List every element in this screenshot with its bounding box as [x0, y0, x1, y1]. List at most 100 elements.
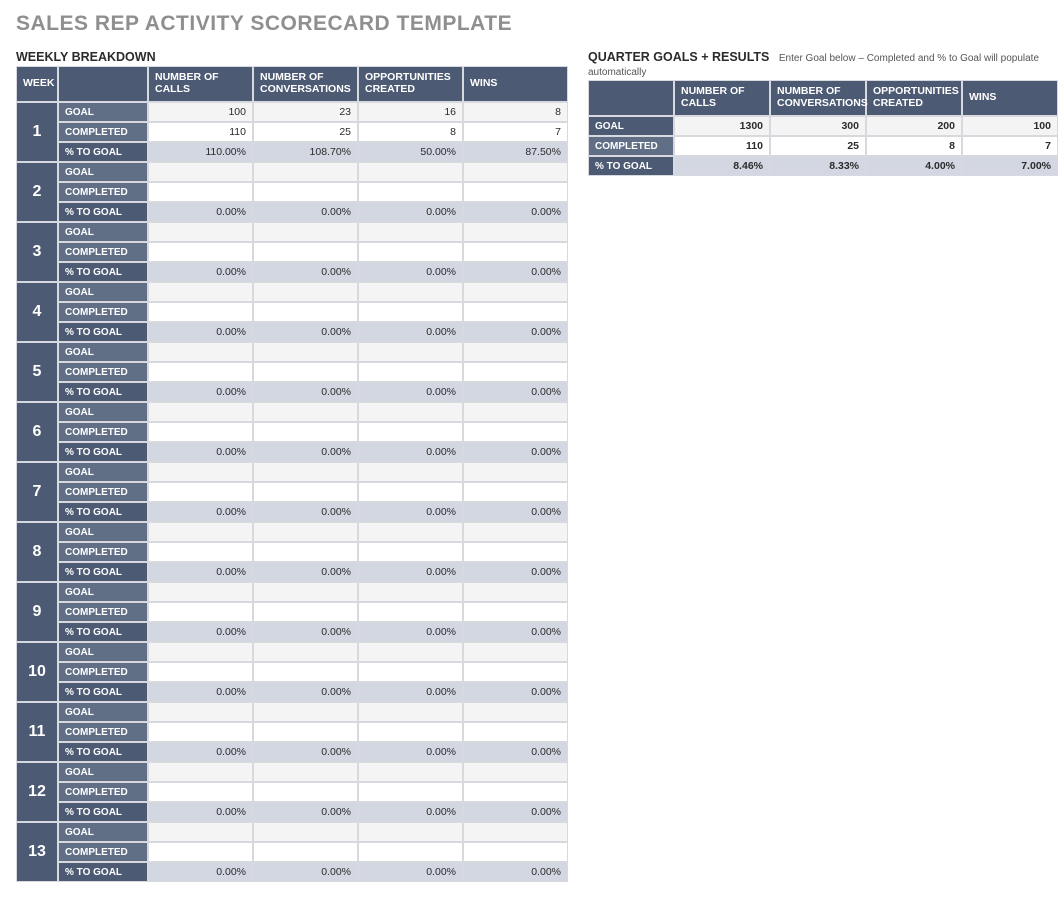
weekly-cell[interactable]	[148, 762, 253, 782]
weekly-cell[interactable]	[148, 422, 253, 442]
weekly-cell[interactable]	[253, 722, 358, 742]
weekly-cell[interactable]	[253, 222, 358, 242]
weekly-cell[interactable]	[463, 282, 568, 302]
weekly-cell[interactable]	[463, 402, 568, 422]
weekly-cell[interactable]	[148, 342, 253, 362]
weekly-cell[interactable]	[358, 822, 463, 842]
weekly-cell[interactable]	[358, 722, 463, 742]
weekly-cell[interactable]	[463, 222, 568, 242]
weekly-cell[interactable]	[463, 762, 568, 782]
weekly-cell[interactable]	[253, 542, 358, 562]
weekly-cell[interactable]	[358, 402, 463, 422]
weekly-cell[interactable]	[358, 342, 463, 362]
weekly-cell[interactable]	[463, 182, 568, 202]
weekly-cell[interactable]	[148, 722, 253, 742]
weekly-cell[interactable]	[358, 642, 463, 662]
weekly-cell[interactable]	[253, 282, 358, 302]
weekly-cell[interactable]	[463, 522, 568, 542]
weekly-cell[interactable]	[463, 482, 568, 502]
weekly-cell[interactable]	[463, 342, 568, 362]
weekly-cell[interactable]	[253, 342, 358, 362]
weekly-cell[interactable]: 110	[148, 122, 253, 142]
weekly-cell[interactable]	[148, 402, 253, 422]
weekly-cell[interactable]	[148, 542, 253, 562]
weekly-cell[interactable]	[148, 822, 253, 842]
weekly-cell[interactable]	[463, 242, 568, 262]
weekly-cell[interactable]: 8	[463, 102, 568, 122]
weekly-cell[interactable]	[463, 642, 568, 662]
weekly-cell[interactable]	[358, 782, 463, 802]
weekly-cell[interactable]	[253, 422, 358, 442]
weekly-cell[interactable]: 8	[358, 122, 463, 142]
weekly-cell[interactable]	[463, 162, 568, 182]
weekly-cell[interactable]	[148, 602, 253, 622]
weekly-cell[interactable]	[463, 722, 568, 742]
weekly-cell[interactable]	[253, 662, 358, 682]
weekly-cell[interactable]	[148, 462, 253, 482]
weekly-cell[interactable]	[148, 282, 253, 302]
q-cell[interactable]: 200	[866, 116, 962, 136]
weekly-cell[interactable]	[358, 582, 463, 602]
weekly-cell[interactable]	[253, 642, 358, 662]
weekly-cell[interactable]	[148, 522, 253, 542]
weekly-cell[interactable]	[463, 782, 568, 802]
weekly-cell[interactable]	[358, 602, 463, 622]
weekly-cell[interactable]	[463, 422, 568, 442]
weekly-cell[interactable]	[253, 822, 358, 842]
weekly-cell[interactable]	[148, 702, 253, 722]
weekly-cell[interactable]	[463, 602, 568, 622]
weekly-cell[interactable]	[358, 842, 463, 862]
weekly-cell[interactable]	[463, 662, 568, 682]
weekly-cell[interactable]	[253, 582, 358, 602]
weekly-cell[interactable]	[253, 362, 358, 382]
weekly-cell[interactable]: 23	[253, 102, 358, 122]
weekly-cell[interactable]	[253, 702, 358, 722]
weekly-cell[interactable]	[463, 822, 568, 842]
weekly-cell[interactable]: 7	[463, 122, 568, 142]
weekly-cell[interactable]	[148, 482, 253, 502]
weekly-cell[interactable]	[463, 542, 568, 562]
weekly-cell[interactable]	[253, 482, 358, 502]
weekly-cell[interactable]	[253, 842, 358, 862]
weekly-cell[interactable]: 25	[253, 122, 358, 142]
weekly-cell[interactable]	[148, 222, 253, 242]
weekly-cell[interactable]	[253, 242, 358, 262]
weekly-cell[interactable]: 16	[358, 102, 463, 122]
weekly-cell[interactable]	[148, 362, 253, 382]
weekly-cell[interactable]	[463, 362, 568, 382]
weekly-cell[interactable]	[358, 182, 463, 202]
weekly-cell[interactable]	[148, 782, 253, 802]
weekly-cell[interactable]	[358, 522, 463, 542]
weekly-cell[interactable]	[253, 522, 358, 542]
weekly-cell[interactable]	[358, 422, 463, 442]
weekly-cell[interactable]	[253, 182, 358, 202]
weekly-cell[interactable]	[148, 642, 253, 662]
weekly-cell[interactable]	[253, 762, 358, 782]
weekly-cell[interactable]	[148, 162, 253, 182]
weekly-cell[interactable]	[358, 162, 463, 182]
weekly-cell[interactable]	[148, 242, 253, 262]
weekly-cell[interactable]	[358, 702, 463, 722]
weekly-cell[interactable]	[463, 582, 568, 602]
weekly-cell[interactable]	[253, 162, 358, 182]
weekly-cell[interactable]	[358, 542, 463, 562]
weekly-cell[interactable]	[463, 302, 568, 322]
weekly-cell[interactable]	[148, 182, 253, 202]
weekly-cell[interactable]	[253, 302, 358, 322]
weekly-cell[interactable]	[358, 762, 463, 782]
weekly-cell[interactable]	[358, 462, 463, 482]
weekly-cell[interactable]	[358, 662, 463, 682]
weekly-cell[interactable]	[463, 702, 568, 722]
weekly-cell[interactable]	[148, 302, 253, 322]
weekly-cell[interactable]	[253, 602, 358, 622]
q-cell[interactable]: 1300	[674, 116, 770, 136]
weekly-cell[interactable]	[463, 462, 568, 482]
weekly-cell[interactable]	[358, 242, 463, 262]
weekly-cell[interactable]	[253, 782, 358, 802]
weekly-cell[interactable]	[148, 582, 253, 602]
weekly-cell[interactable]	[253, 402, 358, 422]
weekly-cell[interactable]	[358, 362, 463, 382]
weekly-cell[interactable]	[253, 462, 358, 482]
weekly-cell[interactable]	[463, 842, 568, 862]
weekly-cell[interactable]	[358, 482, 463, 502]
